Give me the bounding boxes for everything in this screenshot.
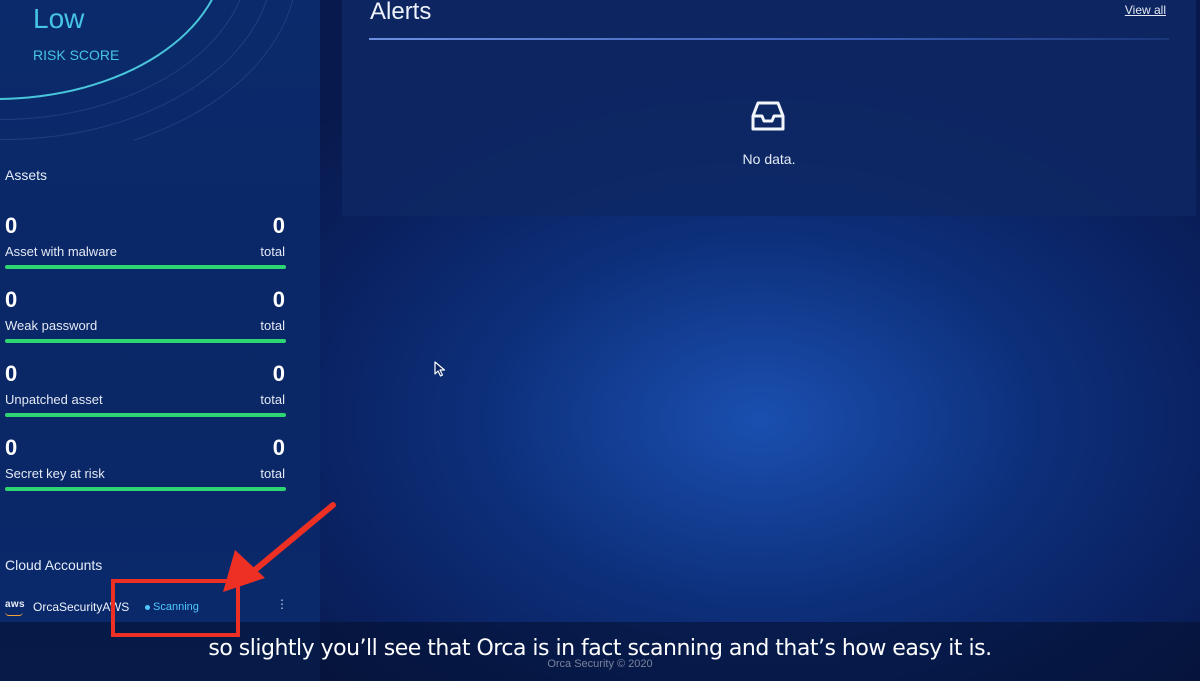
risk-score-label: RISK SCORE: [33, 47, 120, 63]
assets-section-title: Assets: [5, 167, 48, 183]
asset-label: Asset with malware: [5, 244, 117, 259]
video-caption: so slightly you’ll see that Orca is in f…: [208, 636, 992, 661]
asset-progress-bar: [5, 339, 286, 343]
asset-stat-malware[interactable]: 0 0 Asset with malware total: [0, 213, 320, 287]
asset-stat-weak-password[interactable]: 0 0 Weak password total: [0, 287, 320, 361]
asset-count: 0: [5, 361, 18, 386]
alerts-panel: Alerts View all No data.: [342, 0, 1196, 216]
asset-total-label: total: [260, 244, 285, 259]
mouse-cursor-icon: [434, 361, 446, 377]
asset-label: Unpatched asset: [5, 392, 103, 407]
no-data-text: No data.: [742, 151, 796, 167]
asset-total-count: 0: [272, 287, 285, 312]
asset-total-label: total: [260, 318, 285, 333]
risk-score-widget: Low RISK SCORE: [0, 0, 320, 140]
asset-stat-unpatched[interactable]: 0 0 Unpatched asset total: [0, 361, 320, 435]
asset-progress-bar: [5, 487, 286, 491]
asset-progress-fill: [5, 487, 286, 491]
asset-total-label: total: [260, 392, 285, 407]
view-all-link[interactable]: View all: [1125, 3, 1166, 17]
asset-total-count: 0: [272, 361, 285, 386]
asset-total-count: 0: [272, 213, 285, 238]
asset-count: 0: [5, 287, 18, 312]
asset-progress-fill: [5, 265, 286, 269]
asset-progress-bar: [5, 265, 286, 269]
risk-score-value: Low: [33, 3, 85, 34]
asset-stat-secret-key[interactable]: 0 0 Secret key at risk total: [0, 435, 320, 509]
asset-label: Secret key at risk: [5, 466, 105, 481]
aws-logo-icon: aws: [5, 599, 25, 616]
asset-count: 0: [5, 213, 18, 238]
empty-inbox-icon: [751, 101, 785, 131]
asset-progress-fill: [5, 413, 286, 417]
asset-progress-bar: [5, 413, 286, 417]
alerts-divider: [369, 38, 1169, 40]
asset-progress-fill: [5, 339, 286, 343]
asset-count: 0: [5, 435, 18, 460]
asset-label: Weak password: [5, 318, 98, 333]
asset-total-count: 0: [272, 435, 285, 460]
annotation-arrow-icon: [223, 502, 336, 592]
asset-total-label: total: [260, 466, 285, 481]
alerts-title: Alerts: [370, 0, 432, 25]
cloud-accounts-title: Cloud Accounts: [5, 557, 103, 573]
